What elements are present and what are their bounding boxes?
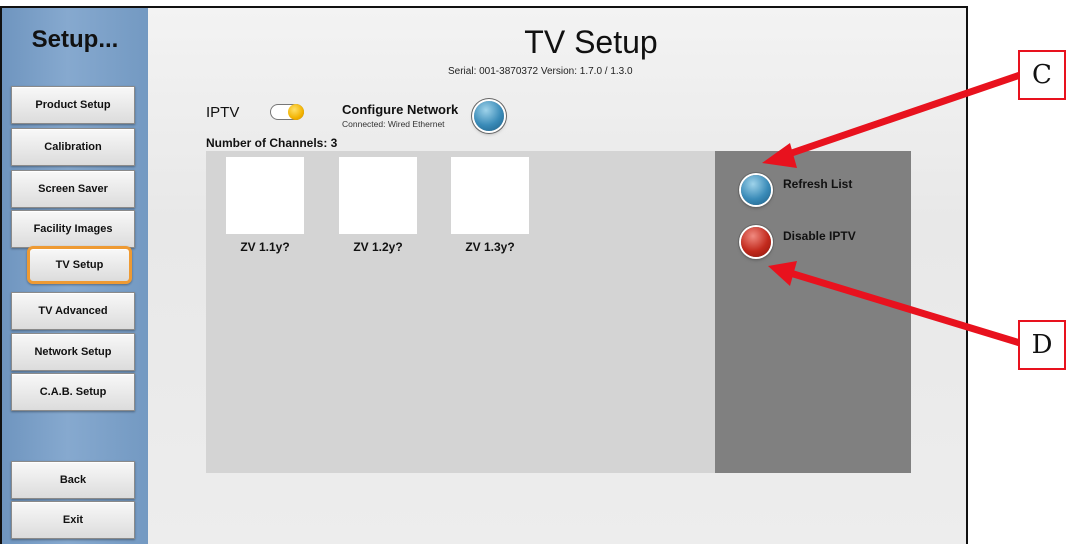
arrow-c-shaft [778,71,1022,161]
arrow-d-head [768,261,797,286]
arrow-d-shaft [785,268,1022,347]
arrow-c-head [762,143,797,168]
callout-c: C [1018,50,1066,100]
annotation-arrows [762,71,1022,347]
callout-d: D [1018,320,1066,370]
